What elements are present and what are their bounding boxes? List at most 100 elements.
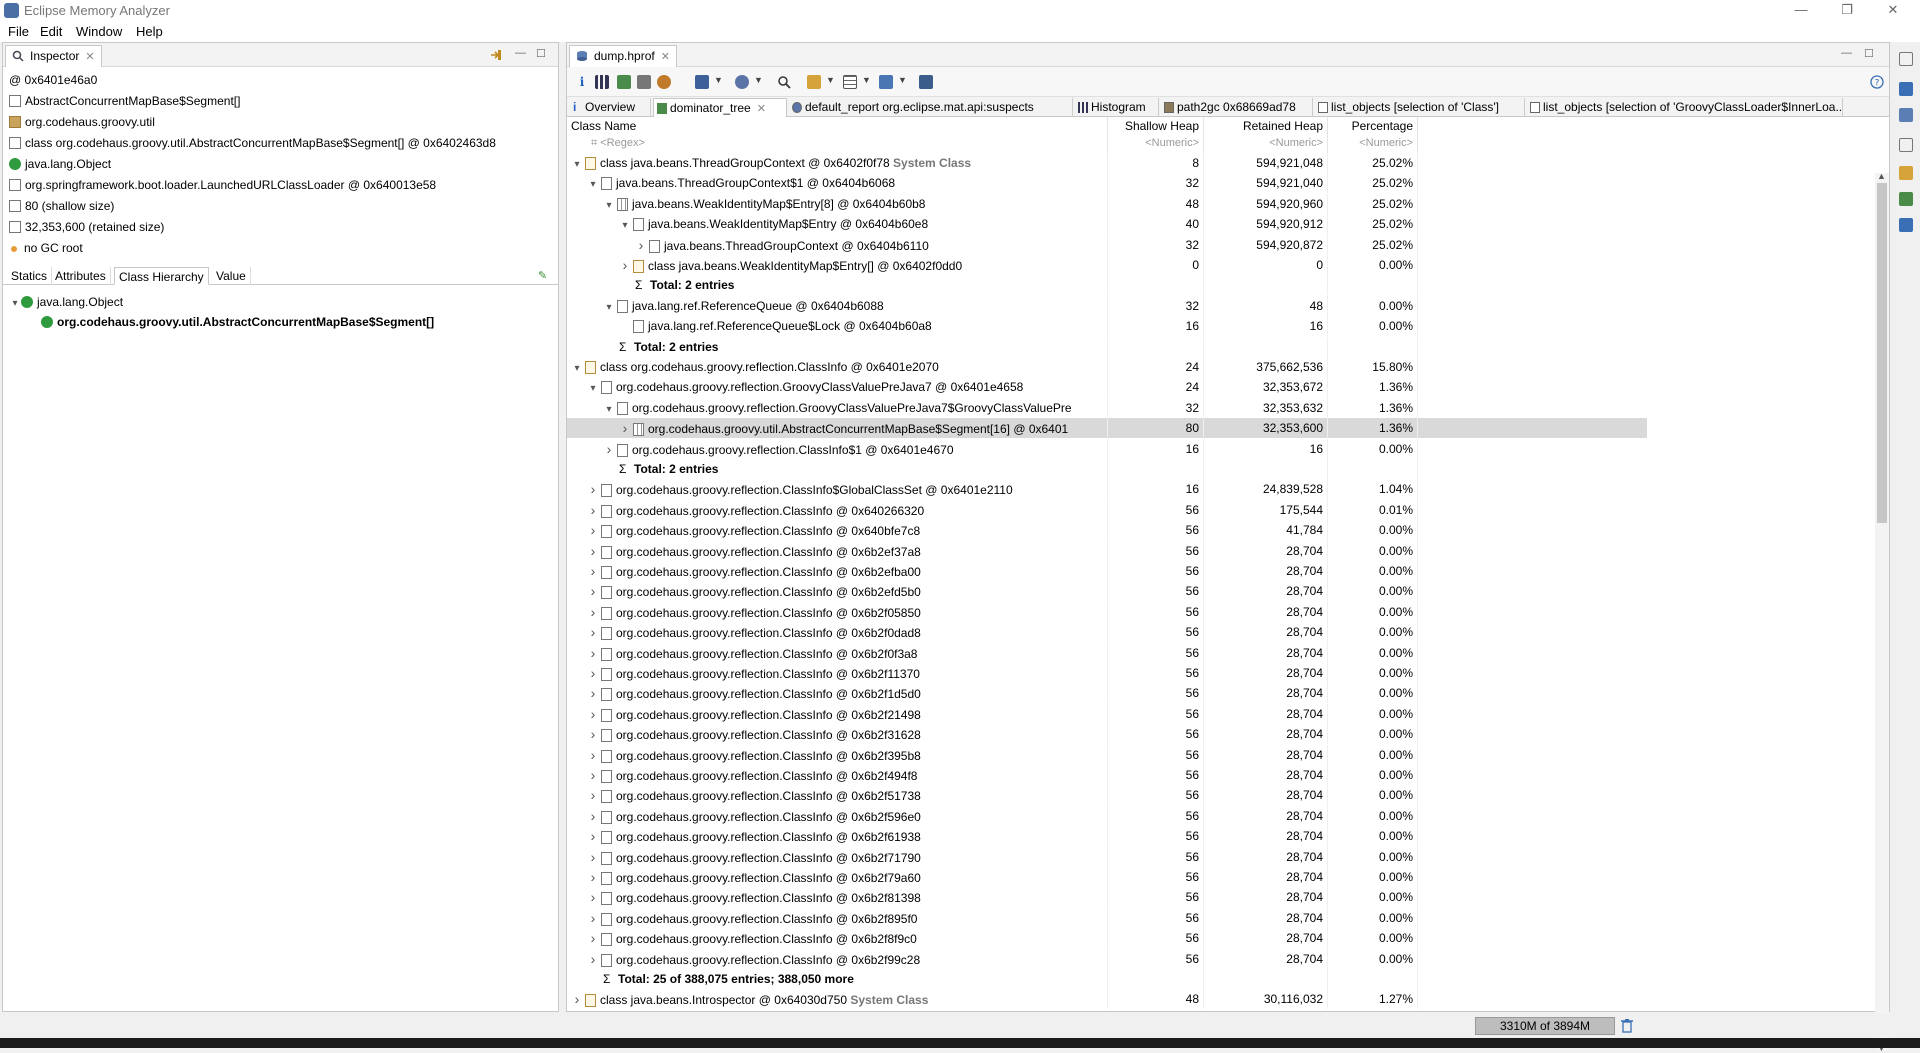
chevron-right-icon[interactable]: › (587, 541, 599, 561)
chevron-right-icon[interactable]: › (587, 745, 599, 765)
column-retained-heap[interactable]: Retained Heap (1204, 117, 1328, 135)
chevron-right-icon[interactable]: › (571, 989, 583, 1009)
minimize-view-icon[interactable]: — (515, 47, 526, 59)
chevron-right-icon[interactable]: › (587, 765, 599, 785)
chevron-right-icon[interactable]: › (587, 643, 599, 663)
table-row[interactable]: › org.codehaus.groovy.reflection.ClassInf… (567, 581, 1647, 602)
tab-path2gc[interactable]: path2gc 0x68669ad78 (1161, 98, 1313, 117)
chevron-right-icon[interactable]: › (587, 663, 599, 683)
maximize-view-icon[interactable]: ☐ (536, 47, 546, 60)
link-with-selection-icon[interactable] (489, 48, 503, 62)
tab-list-objects-groovy[interactable]: list_objects [selection of 'GroovyClassL… (1527, 98, 1843, 117)
help-icon[interactable]: ? (1870, 75, 1884, 89)
chevron-down-icon[interactable]: ▾ (603, 298, 615, 316)
subtab-attributes[interactable]: Attributes (51, 267, 111, 285)
chevron-right-icon[interactable]: › (587, 887, 599, 907)
table-row[interactable]: › org.codehaus.groovy.reflection.ClassInf… (567, 622, 1647, 643)
progress-icon[interactable] (1899, 218, 1913, 232)
restore-view-icon[interactable] (1899, 138, 1913, 152)
tab-dominator-tree[interactable]: dominator_tree ✕ (653, 98, 787, 117)
table-row[interactable]: › org.codehaus.groovy.reflection.ClassInf… (567, 540, 1647, 561)
chevron-down-icon[interactable]: ▾ (619, 216, 631, 234)
table-row[interactable]: › org.codehaus.groovy.reflection.ClassInf… (567, 887, 1647, 908)
navigation-history-icon[interactable] (1899, 192, 1913, 206)
tab-dump-hprof[interactable]: dump.hprof ✕ (569, 45, 677, 67)
close-button[interactable]: ✕ (1870, 0, 1916, 22)
table-row[interactable]: ▾ class org.codehaus.groovy.reflection.Cl… (567, 357, 1647, 377)
scroll-thumb[interactable] (1877, 183, 1887, 523)
table-row[interactable]: › org.codehaus.groovy.reflection.ClassInf… (567, 683, 1647, 704)
table-row[interactable]: › org.codehaus.groovy.reflection.ClassInf… (567, 499, 1647, 520)
chevron-right-icon[interactable]: › (587, 785, 599, 805)
total-row[interactable]: Σ Total: 2 entries (567, 336, 1647, 357)
table-row[interactable]: › org.codehaus.groovy.reflection.ClassInf… (567, 765, 1647, 785)
chevron-right-icon[interactable]: › (587, 581, 599, 601)
tab-overview[interactable]: i Overview (569, 98, 651, 117)
chevron-down-icon[interactable]: ▼ (898, 75, 907, 85)
close-icon[interactable]: ✕ (661, 50, 670, 63)
chevron-right-icon[interactable]: › (635, 235, 647, 255)
chevron-right-icon[interactable]: › (587, 683, 599, 703)
table-row[interactable]: › org.codehaus.groovy.reflection.ClassInf… (567, 438, 1647, 459)
table-row[interactable]: ▾ java.lang.ref.ReferenceQueue @ 0x6404b6… (567, 295, 1647, 316)
calculate-retained-icon[interactable] (919, 75, 933, 89)
inspector-item-superclass[interactable]: java.lang.Object (9, 157, 111, 175)
column-shallow-heap[interactable]: Shallow Heap (1108, 117, 1204, 135)
hierarchy-root[interactable]: ▾ java.lang.Object (9, 295, 123, 313)
heap-status[interactable]: 3310M of 3894M (1475, 1017, 1615, 1035)
scroll-up-icon[interactable]: ▲ (1877, 171, 1886, 181)
restore-view-icon[interactable] (1899, 52, 1913, 66)
table-row[interactable]: › org.codehaus.groovy.reflection.ClassInf… (567, 928, 1647, 949)
table-row[interactable]: › org.codehaus.groovy.reflection.ClassInf… (567, 703, 1647, 724)
subtab-class-hierarchy[interactable]: Class Hierarchy (114, 267, 209, 285)
minimize-view-icon[interactable]: — (1841, 47, 1852, 59)
menu-file[interactable]: File (8, 24, 29, 39)
filter-shallow-heap[interactable]: <Numeric> (1108, 135, 1204, 153)
table-row[interactable]: › org.codehaus.groovy.util.AbstractConcur… (567, 418, 1647, 439)
chevron-down-icon[interactable]: ▾ (571, 359, 583, 377)
heap-dump-details-icon[interactable] (1899, 82, 1913, 96)
chevron-down-icon[interactable]: ▼ (754, 75, 763, 85)
chevron-right-icon[interactable]: › (587, 908, 599, 928)
table-row[interactable]: › org.codehaus.groovy.reflection.ClassInf… (567, 479, 1647, 500)
run-report-icon[interactable] (695, 75, 709, 89)
chevron-down-icon[interactable]: ▾ (603, 400, 615, 418)
table-row[interactable]: › org.codehaus.groovy.reflection.ClassInf… (567, 642, 1647, 663)
tab-list-objects-class[interactable]: list_objects [selection of 'Class'] (1315, 98, 1525, 117)
histogram-icon[interactable] (595, 75, 609, 89)
heap-dump-history-icon[interactable] (1899, 108, 1913, 122)
chevron-right-icon[interactable]: › (587, 867, 599, 887)
table-row[interactable]: ▾ java.beans.WeakIdentityMap$Entry[8] @ 0… (567, 193, 1647, 214)
chevron-down-icon[interactable]: ▾ (9, 298, 21, 309)
menu-edit[interactable]: Edit (40, 24, 62, 39)
chevron-right-icon[interactable]: › (587, 949, 599, 969)
chevron-right-icon[interactable]: › (587, 928, 599, 948)
table-row[interactable]: › org.codehaus.groovy.reflection.ClassInf… (567, 826, 1647, 847)
table-row[interactable]: › org.codehaus.groovy.reflection.ClassInf… (567, 785, 1647, 806)
total-row[interactable]: Σ Total: 2 entries (567, 275, 1647, 296)
chevron-right-icon[interactable]: › (587, 806, 599, 826)
table-row[interactable]: ▾ class java.beans.ThreadGroupContext @ 0… (567, 153, 1647, 173)
chevron-right-icon[interactable]: › (619, 418, 631, 438)
chevron-down-icon[interactable]: ▾ (587, 379, 599, 397)
chevron-down-icon[interactable]: ▼ (862, 75, 871, 85)
oql-icon[interactable] (637, 75, 651, 89)
pin-icon[interactable]: ✎ (538, 269, 547, 282)
chevron-right-icon[interactable]: › (587, 500, 599, 520)
table-row[interactable]: › org.codehaus.groovy.reflection.ClassInf… (567, 520, 1647, 541)
chevron-down-icon[interactable]: ▼ (714, 75, 723, 85)
info-icon[interactable]: i (575, 75, 589, 89)
notes-icon[interactable] (1899, 166, 1913, 180)
chevron-down-icon[interactable]: ▾ (603, 196, 615, 214)
hierarchy-child[interactable]: org.codehaus.groovy.util.AbstractConcurr… (41, 315, 434, 333)
chevron-down-icon[interactable]: ▾ (571, 155, 583, 173)
chevron-down-icon[interactable]: ▾ (587, 175, 599, 193)
table-row[interactable]: › class java.beans.Introspector @ 0x64030… (567, 989, 1647, 1010)
table-row[interactable]: › org.codehaus.groovy.reflection.ClassInf… (567, 846, 1647, 867)
thread-overview-icon[interactable] (657, 75, 671, 89)
chevron-right-icon[interactable]: › (587, 561, 599, 581)
tab-inspector[interactable]: Inspector ✕ (5, 45, 102, 67)
chevron-right-icon[interactable]: › (587, 847, 599, 867)
inspector-item-classloader[interactable]: org.springframework.boot.loader.Launched… (9, 178, 436, 196)
chevron-right-icon[interactable]: › (603, 439, 615, 459)
